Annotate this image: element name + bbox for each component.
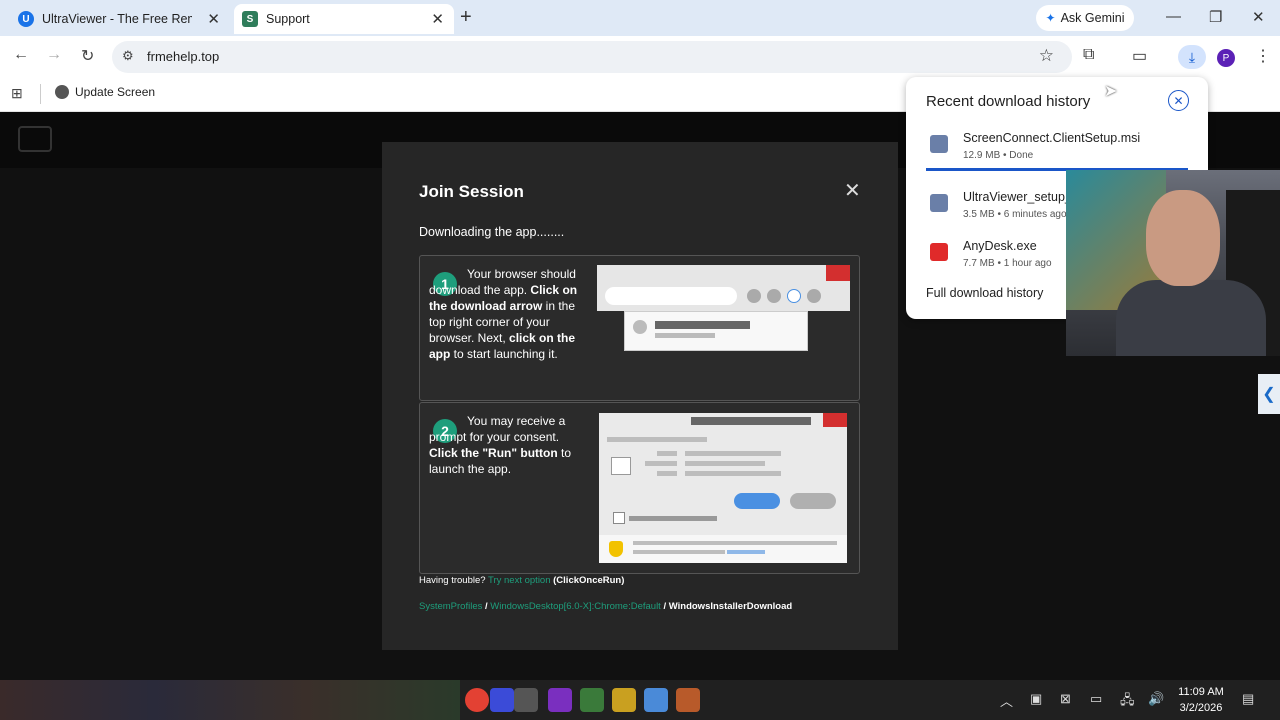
- trouble-line: Having trouble? Try next option (ClickOn…: [419, 575, 625, 586]
- stream-overlay-strip: [0, 680, 460, 720]
- browser-toolbar: ← → ↻ ⚙ frmehelp.top ☆ ⧉ ▭ ⤓ P ⋮: [0, 36, 1280, 76]
- download-filename: ScreenConnect.ClientSetup.msi: [963, 131, 1141, 145]
- dialog-title: Join Session: [419, 182, 524, 201]
- forward-icon[interactable]: →: [46, 46, 62, 64]
- profile-path-breadcrumb: SystemProfiles / WindowsDesktop[6.0-X]:C…: [419, 601, 793, 612]
- download-filename: AnyDesk.exe: [963, 239, 1037, 253]
- cast-icon[interactable]: ▭: [1132, 46, 1147, 66]
- restore-icon[interactable]: ❐: [1209, 8, 1222, 26]
- mouse-cursor-icon: ➤: [1104, 83, 1118, 100]
- download-status: Downloading the app........: [419, 225, 565, 239]
- bookmark-star-icon[interactable]: ☆: [1039, 46, 1054, 66]
- step-two-card: 2 You may receive a prompt for your cons…: [419, 402, 860, 574]
- app-icon[interactable]: [548, 688, 572, 712]
- download-popup-illustration: [624, 311, 808, 351]
- tab-title: Support: [266, 12, 310, 26]
- minimize-icon[interactable]: —: [1166, 8, 1181, 25]
- notification-icon[interactable]: ▤: [1242, 691, 1254, 707]
- app-icon[interactable]: [490, 688, 514, 712]
- bookmark-label: Update Screen: [75, 85, 156, 99]
- app-icon[interactable]: [644, 688, 668, 712]
- taskbar: ︿ ▣ ⊠ ▭ 🖧 🔊 11:09 AM 3/2/2026 ▤: [0, 680, 1280, 720]
- try-next-option-link[interactable]: Try next option: [488, 575, 550, 586]
- divider: [40, 84, 41, 104]
- path-link[interactable]: WindowsDesktop[6.0-X]:Chrome:Default: [490, 601, 661, 612]
- volume-icon[interactable]: 🔊: [1148, 691, 1164, 707]
- close-tab-icon[interactable]: ✕: [431, 10, 444, 28]
- download-meta: 12.9 MB • Done: [963, 150, 1034, 161]
- anydesk-icon: [930, 243, 948, 261]
- new-tab-icon[interactable]: +: [460, 6, 472, 29]
- full-download-history-link[interactable]: Full download history: [926, 286, 1043, 300]
- download-meta: 7.7 MB • 1 hour ago: [963, 258, 1052, 269]
- system-clock[interactable]: 11:09 AM 3/2/2026: [1177, 684, 1225, 716]
- installer-icon: [930, 135, 948, 153]
- ask-gemini-button[interactable]: ✦ Ask Gemini: [1036, 5, 1134, 31]
- ultraviewer-icon: U: [18, 11, 34, 27]
- site-info-icon[interactable]: ⚙: [122, 48, 134, 64]
- consent-prompt-illustration: [599, 413, 847, 563]
- battery-icon[interactable]: ▭: [1090, 691, 1102, 707]
- site-logo-icon: [18, 126, 52, 152]
- tab-strip: U UltraViewer - The Free Remote ✕ S Supp…: [0, 0, 1280, 36]
- screenconnect-icon: S: [242, 11, 258, 27]
- clock-time: 11:09 AM: [1178, 686, 1224, 698]
- path-current: WindowsInstallerDownload: [668, 601, 793, 612]
- download-meta: 3.5 MB • 6 minutes ago: [963, 209, 1067, 220]
- webcam-overlay: [1066, 170, 1280, 356]
- download-filename: UltraViewer_setup_: [963, 190, 1072, 204]
- tab-ultraviewer[interactable]: U UltraViewer - The Free Remote ✕: [8, 4, 230, 34]
- globe-icon: [55, 85, 69, 99]
- close-window-icon[interactable]: ✕: [1252, 8, 1265, 26]
- close-icon[interactable]: ✕: [844, 178, 861, 203]
- shield-icon: [609, 541, 623, 557]
- download-item[interactable]: ScreenConnect.ClientSetup.msi 12.9 MB • …: [906, 129, 1208, 175]
- download-icon[interactable]: ⤓: [1178, 45, 1206, 69]
- url-text[interactable]: frmehelp.top: [147, 49, 219, 64]
- camera-icon[interactable]: [514, 688, 538, 712]
- path-link[interactable]: SystemProfiles: [419, 601, 482, 612]
- gemini-sparkle-icon: ✦: [1045, 11, 1056, 25]
- join-session-dialog: Join Session ✕ Downloading the app......…: [382, 142, 898, 650]
- bookmark-update-screen[interactable]: Update Screen: [55, 85, 155, 99]
- close-tab-icon[interactable]: ✕: [207, 10, 220, 28]
- clock-date: 3/2/2026: [1179, 702, 1223, 714]
- ask-gemini-label: Ask Gemini: [1060, 11, 1125, 25]
- browser-illustration: [597, 265, 850, 311]
- tab-support[interactable]: S Support ✕: [234, 4, 454, 34]
- app-icon[interactable]: [580, 688, 604, 712]
- address-bar[interactable]: ⚙ frmehelp.top ☆: [112, 41, 1072, 73]
- reload-icon[interactable]: ↻: [81, 46, 94, 66]
- panel-title: Recent download history: [926, 93, 1091, 110]
- apps-grid-icon[interactable]: ⊞: [11, 85, 23, 102]
- chevron-up-icon[interactable]: ︿: [1000, 691, 1013, 710]
- chrome-icon[interactable]: [465, 688, 489, 712]
- close-icon[interactable]: ✕: [1168, 90, 1189, 111]
- menu-kebab-icon[interactable]: ⋮: [1255, 46, 1271, 66]
- side-panel-arrow-icon[interactable]: ❮: [1258, 374, 1280, 414]
- step-one-card: 1 Your browser should download the app. …: [419, 255, 860, 401]
- tab-title: UltraViewer - The Free Remote: [42, 12, 192, 26]
- network-icon[interactable]: 🖧: [1120, 691, 1135, 713]
- tray-app-icon[interactable]: ▣: [1030, 691, 1042, 707]
- step-one-text: Your browser should download the app. Cl…: [429, 267, 578, 361]
- extensions-icon[interactable]: ⧉: [1083, 46, 1094, 64]
- app-icon[interactable]: [612, 688, 636, 712]
- tray-app-icon[interactable]: ⊠: [1060, 691, 1071, 707]
- back-icon[interactable]: ←: [13, 46, 29, 64]
- app-icon[interactable]: [676, 688, 700, 712]
- installer-icon: [930, 194, 948, 212]
- avatar[interactable]: P: [1217, 49, 1235, 67]
- step-two-text: You may receive a prompt for your consen…: [429, 414, 572, 476]
